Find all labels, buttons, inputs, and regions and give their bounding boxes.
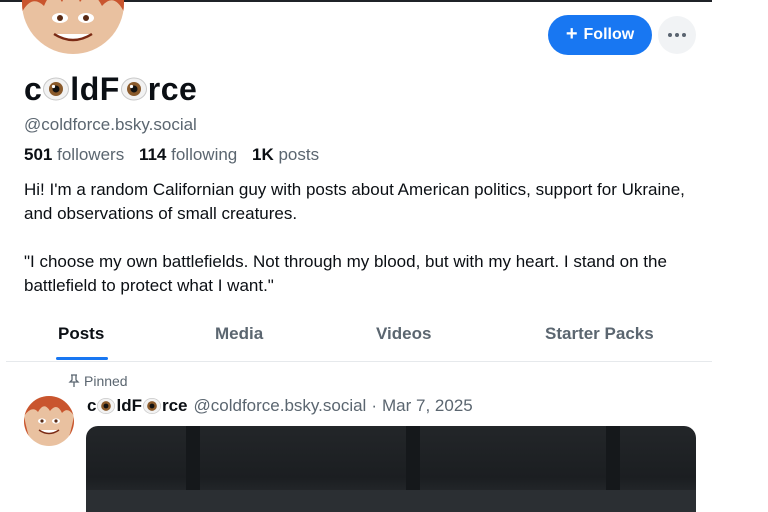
bio-paragraph-2: "I choose my own battlefields. Not throu… xyxy=(24,252,667,295)
display-name: c ldF rce xyxy=(24,68,197,110)
eye-icon xyxy=(43,77,70,101)
display-name-part-1: c xyxy=(24,70,43,107)
tab-media[interactable]: Media xyxy=(215,324,263,344)
followers-label: followers xyxy=(57,145,125,164)
post-video-thumbnail[interactable] xyxy=(86,426,696,512)
tabs-divider xyxy=(6,361,712,362)
posts-label: posts xyxy=(278,145,320,164)
eye-icon xyxy=(120,77,147,101)
followers-link[interactable]: 501 followers xyxy=(24,145,124,164)
separator-dot: · xyxy=(371,396,378,415)
profile-stats: 501 followers 114 following 1K posts xyxy=(24,145,319,165)
pinned-indicator: Pinned xyxy=(68,373,128,389)
eye-icon xyxy=(142,398,161,414)
author-name-part-3: rce xyxy=(161,396,188,415)
post-header: c ldF rce @coldforce.bsky.social · Mar 7… xyxy=(87,396,473,416)
ellipsis-icon xyxy=(668,33,672,37)
display-name-part-2: ldF xyxy=(70,70,120,107)
follow-button[interactable]: + Follow xyxy=(548,15,652,55)
eye-icon xyxy=(97,398,116,414)
followers-count: 501 xyxy=(24,145,53,164)
post-author-name[interactable]: c ldF rce xyxy=(87,396,188,416)
author-name-part-1: c xyxy=(87,396,97,415)
tab-posts[interactable]: Posts xyxy=(58,324,104,344)
post-author-handle[interactable]: @coldforce.bsky.social xyxy=(194,396,367,416)
right-gutter xyxy=(712,0,768,512)
pinned-label: Pinned xyxy=(84,373,128,389)
profile-bio: Hi! I'm a random Californian guy with po… xyxy=(24,178,704,298)
following-link[interactable]: 114 following xyxy=(139,145,237,164)
display-name-part-3: rce xyxy=(147,70,198,107)
active-tab-indicator xyxy=(56,357,108,360)
profile-avatar[interactable] xyxy=(22,0,124,54)
post-author-avatar[interactable] xyxy=(24,396,74,446)
tab-videos[interactable]: Videos xyxy=(376,324,431,344)
following-label: following xyxy=(171,145,238,164)
posts-count: 1K xyxy=(252,145,274,164)
follow-label: Follow xyxy=(583,26,635,43)
more-options-button[interactable] xyxy=(658,16,696,54)
author-name-part-2: ldF xyxy=(116,396,142,415)
post-date[interactable]: Mar 7, 2025 xyxy=(382,396,473,416)
posts-count-info: 1K posts xyxy=(252,145,319,164)
profile-tabs: Posts Media Videos Starter Packs xyxy=(0,312,712,360)
following-count: 114 xyxy=(138,145,167,164)
pin-icon xyxy=(68,374,80,387)
profile-handle: @coldforce.bsky.social xyxy=(24,115,197,134)
plus-icon: + xyxy=(565,23,578,45)
thumbnail-band xyxy=(86,490,696,512)
tab-starter-packs[interactable]: Starter Packs xyxy=(545,324,654,344)
bio-paragraph-1: Hi! I'm a random Californian guy with po… xyxy=(24,180,685,223)
